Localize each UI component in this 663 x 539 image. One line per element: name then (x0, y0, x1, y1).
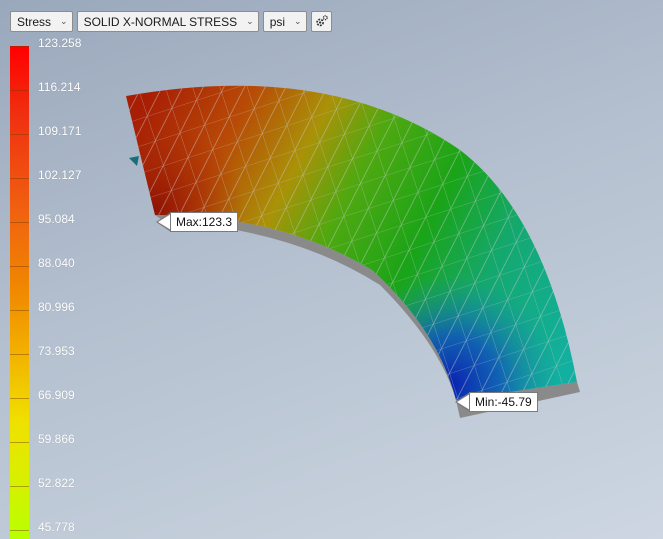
max-probe-label: Max:123.3 (170, 212, 239, 232)
model-top-face (126, 85, 577, 400)
stress-contour-model[interactable] (0, 0, 663, 539)
fixture-icon (129, 156, 139, 166)
min-probe-label: Min:-45.79 (469, 392, 538, 412)
